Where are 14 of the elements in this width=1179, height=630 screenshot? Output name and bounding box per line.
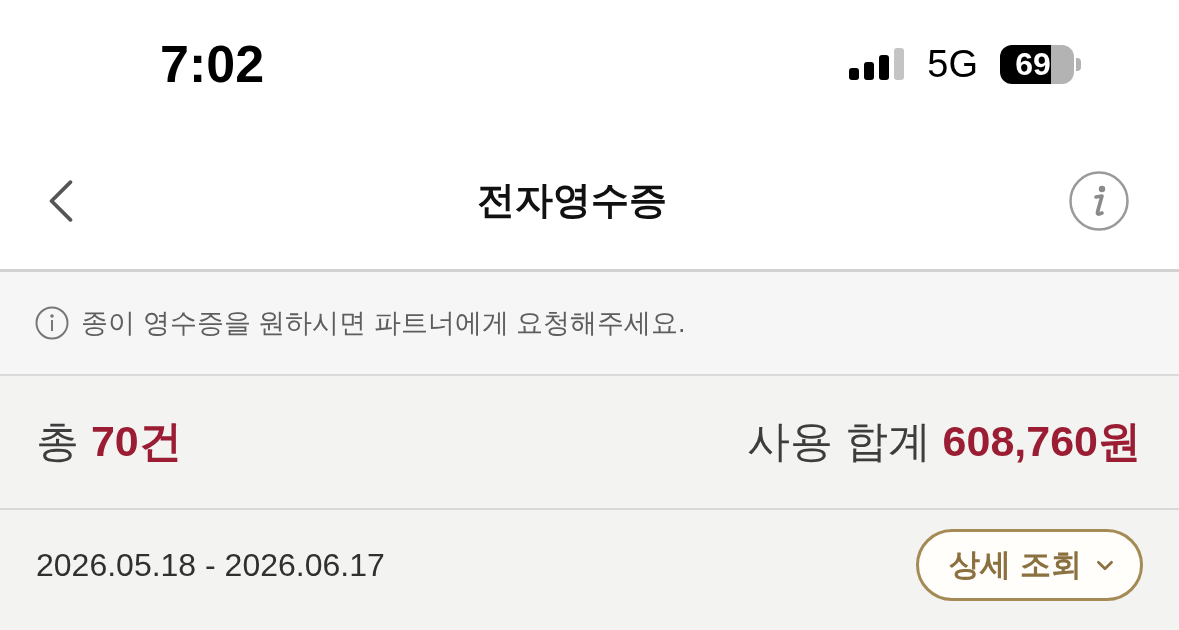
status-time: 7:02 <box>160 34 265 94</box>
signal-icon <box>849 48 906 80</box>
total-amount-text: 사용 합계 608,760원 <box>746 416 1141 467</box>
receipt-count-text: 총 70건 <box>36 416 182 467</box>
date-range-text: 2026.05.18 - 2026.06.17 <box>36 546 385 584</box>
network-label: 5G <box>927 42 978 86</box>
notice-text: 종이 영수증을 원하시면 파트너에게 요청해주세요. <box>81 307 686 340</box>
chevron-left-icon <box>48 179 74 222</box>
battery-indicator: 69 <box>1000 44 1081 84</box>
chevron-down-icon <box>1096 559 1114 571</box>
page-title: 전자영수증 <box>476 178 667 223</box>
info-icon <box>35 306 69 340</box>
detail-view-button[interactable]: 상세 조회 <box>916 529 1143 601</box>
info-icon <box>1069 170 1129 231</box>
